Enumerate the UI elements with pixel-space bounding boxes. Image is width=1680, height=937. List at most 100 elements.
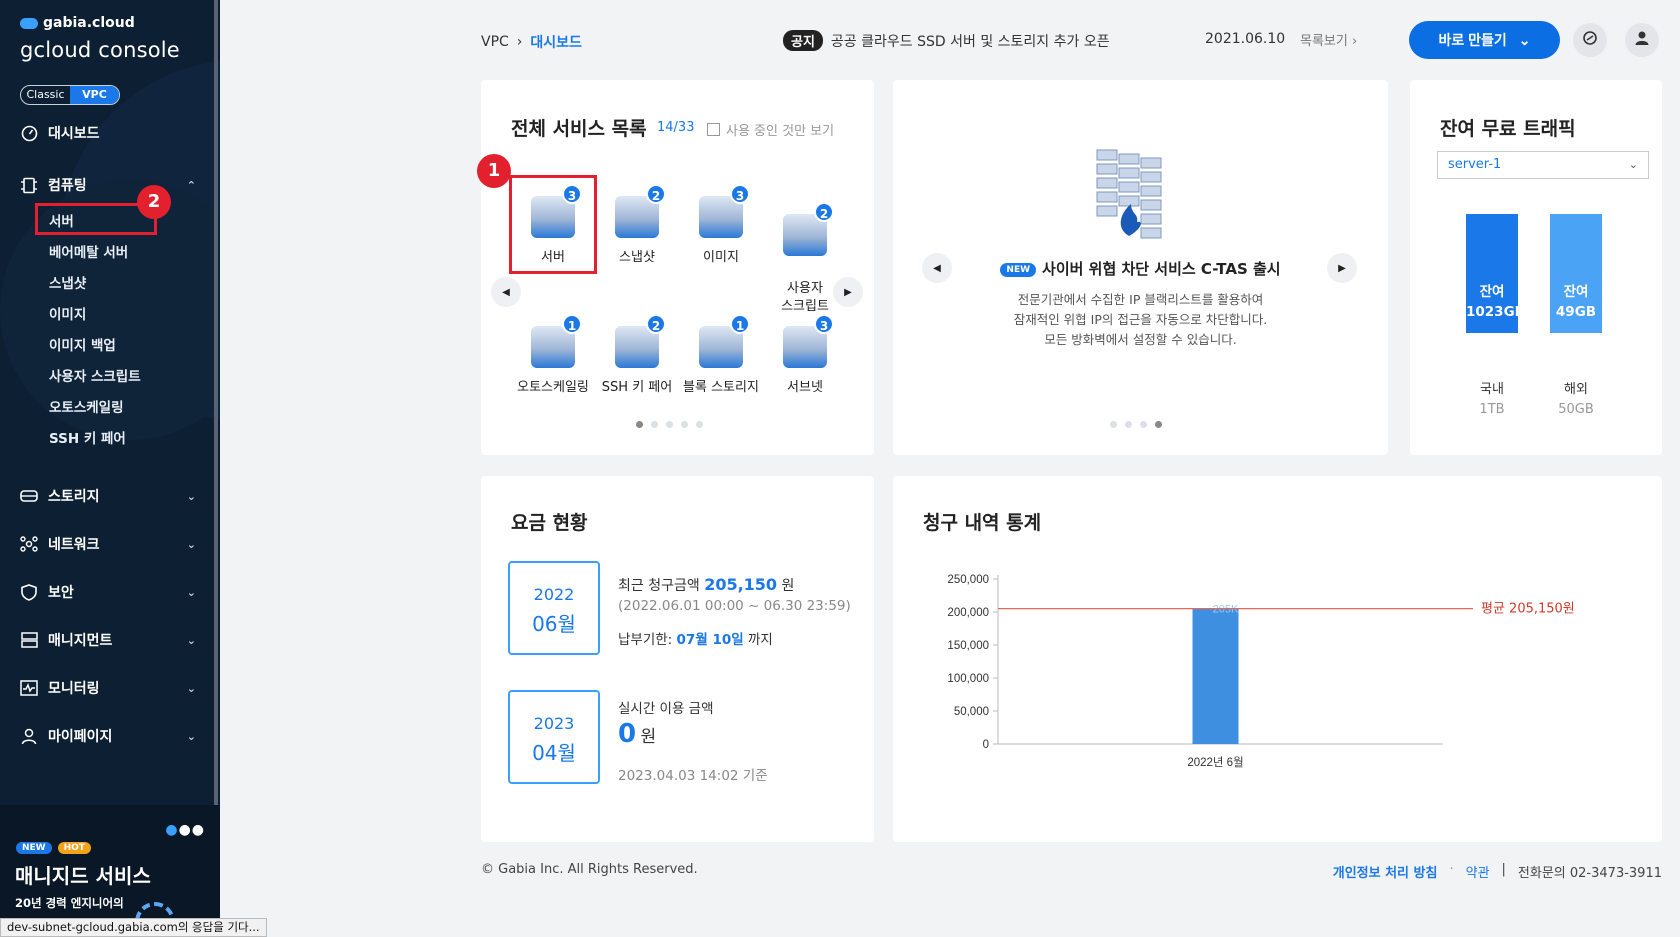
pager-dot[interactable] bbox=[1140, 421, 1147, 428]
overseas-label: 해외 bbox=[1564, 382, 1588, 397]
pager-dot[interactable] bbox=[651, 421, 658, 428]
footer-links: 개인정보 처리 방침 · 약관 | 전화문의 02-3473-3911 bbox=[1332, 862, 1662, 881]
realtime-amount-line: 0 원 bbox=[618, 719, 656, 749]
chevron-down-icon: ⌄ bbox=[186, 585, 196, 599]
domestic-total: 1TB bbox=[1479, 402, 1505, 417]
chat-button[interactable] bbox=[1573, 23, 1607, 57]
breadcrumb-separator-icon: › bbox=[516, 34, 523, 50]
services-card: 전체 서비스 목록 14/33 사용 중인 것만 보기 3 서버 2 스냅샷 3… bbox=[477, 80, 874, 455]
realtime-amount: 0 bbox=[618, 719, 637, 749]
overseas-remaining-label: 잔여 bbox=[1563, 284, 1589, 300]
server-select[interactable]: server-1 ⌄ bbox=[1437, 151, 1649, 179]
sidebar-item-image[interactable]: 이미지 bbox=[49, 303, 86, 323]
nav-computing[interactable]: 컴퓨팅 ⌃ bbox=[20, 175, 196, 195]
pager-dot[interactable] bbox=[666, 421, 673, 428]
key-icon: 2 bbox=[612, 314, 666, 370]
nav-dashboard[interactable]: 대시보드 bbox=[20, 123, 196, 143]
firewall-icon bbox=[1096, 149, 1162, 239]
pager-dot[interactable] bbox=[696, 421, 703, 428]
server-select-value: server-1 bbox=[1448, 157, 1502, 172]
recent-bill-line: 최근 청구금액 205,150 원 bbox=[618, 575, 794, 595]
cloud-icon bbox=[20, 17, 38, 29]
classic-vpc-toggle[interactable]: Classic VPC bbox=[20, 85, 120, 105]
banner-desc-line: 모든 방화벽에서 설정할 수 있습니다. bbox=[1044, 332, 1237, 347]
banner-desc-line: 전문기관에서 수집한 IP 블랙리스트를 활용하여 bbox=[1017, 292, 1264, 307]
pager-dot[interactable] bbox=[636, 421, 643, 428]
domestic-label: 국내 bbox=[1480, 382, 1504, 397]
in-use-filter[interactable]: 사용 중인 것만 보기 bbox=[707, 120, 834, 139]
nav-storage[interactable]: 스토리지 ⌄ bbox=[20, 486, 196, 506]
notice-list-link[interactable]: 목록보기 › bbox=[1300, 30, 1357, 49]
service-image[interactable]: 3 이미지 bbox=[678, 184, 764, 265]
sidebar-item-ssh-keypair[interactable]: SSH 키 페어 bbox=[49, 427, 126, 447]
script-icon: 2 bbox=[780, 202, 834, 258]
banner-pager[interactable] bbox=[1110, 421, 1162, 428]
notice-date: 2021.06.10 bbox=[1205, 31, 1286, 47]
services-prev-button[interactable]: ◀ bbox=[491, 277, 521, 307]
checkbox[interactable] bbox=[707, 123, 720, 136]
pager-dot[interactable] bbox=[681, 421, 688, 428]
service-autoscaling[interactable]: 1 오토스케일링 bbox=[510, 314, 596, 395]
y-tick-label: 50,000 bbox=[954, 706, 989, 718]
nav-security[interactable]: 보안 ⌄ bbox=[20, 582, 196, 602]
chevron-right-icon: › bbox=[1351, 34, 1358, 49]
realtime-timestamp: 2023.04.03 14:02 기준 bbox=[618, 768, 768, 784]
y-tick-label: 250,000 bbox=[947, 574, 989, 586]
pager-dot[interactable] bbox=[1125, 421, 1132, 428]
breadcrumb-root[interactable]: VPC bbox=[481, 34, 509, 50]
image-icon: 3 bbox=[696, 184, 750, 240]
realtime-label: 실시간 이용 금액 bbox=[618, 701, 714, 717]
sidebar-scrollbar[interactable] bbox=[214, 0, 218, 805]
service-snapshot[interactable]: 2 스냅샷 bbox=[594, 184, 680, 265]
quick-create-button[interactable]: 바로 만들기 ⌄ bbox=[1409, 21, 1560, 59]
profile-button[interactable] bbox=[1625, 23, 1659, 57]
chevron-down-icon: ⌄ bbox=[186, 729, 196, 743]
network-icon bbox=[20, 535, 38, 553]
snapshot-icon: 2 bbox=[612, 184, 666, 240]
nav-monitoring-label: 모니터링 bbox=[48, 681, 100, 697]
service-user-script[interactable]: 2 사용자 스크립트 bbox=[762, 188, 848, 334]
services-pager[interactable] bbox=[636, 421, 703, 428]
hot-tag: HOT bbox=[57, 842, 91, 854]
domestic-remaining-value: 1023GB bbox=[1466, 304, 1525, 320]
sidebar-item-autoscaling[interactable]: 오토스케일링 bbox=[49, 396, 124, 416]
service-subnet[interactable]: 3 서브넷 bbox=[762, 314, 848, 395]
terms-link[interactable]: 약관 bbox=[1466, 862, 1490, 881]
nav-monitoring[interactable]: 모니터링 ⌄ bbox=[20, 678, 196, 698]
pager-dot[interactable] bbox=[1155, 421, 1162, 428]
sidebar-item-baremetal[interactable]: 베어메탈 서버 bbox=[49, 241, 128, 261]
nav-network[interactable]: 네트워크 ⌄ bbox=[20, 534, 196, 554]
nav-security-label: 보안 bbox=[48, 585, 74, 601]
in-use-filter-label: 사용 중인 것만 보기 bbox=[726, 124, 835, 139]
services-next-button[interactable]: ▶ bbox=[833, 277, 863, 307]
recent-month-box[interactable]: 2022 06월 bbox=[508, 561, 600, 655]
brand-small-text: gabia.cloud bbox=[43, 15, 135, 31]
sidebar-item-user-script[interactable]: 사용자 스크립트 bbox=[49, 365, 141, 385]
nav-management[interactable]: 매니지먼트 ⌄ bbox=[20, 630, 196, 650]
notice-bar[interactable]: 공지 공공 클라우드 SSD 서버 및 스토리지 추가 오픈 bbox=[783, 30, 1110, 51]
sidebar-item-image-backup[interactable]: 이미지 백업 bbox=[49, 334, 116, 354]
contact-phone: 전화문의 02-3473-3911 bbox=[1517, 866, 1662, 881]
overseas-traffic-bar: 잔여 49GB bbox=[1550, 214, 1602, 333]
service-ssh-keypair[interactable]: 2 SSH 키 페어 bbox=[594, 314, 680, 395]
sidebar-item-snapshot[interactable]: 스냅샷 bbox=[49, 272, 86, 292]
toggle-classic[interactable]: Classic bbox=[21, 86, 70, 104]
chevron-down-icon: ⌄ bbox=[1628, 158, 1638, 171]
nav-mypage[interactable]: 마이페이지 ⌄ bbox=[20, 726, 196, 746]
pager-dot[interactable] bbox=[1110, 421, 1117, 428]
news-banner-card[interactable]: ◀ ▶ NEW 사이버 위협 차단 서비스 C-TAS 출시 전문기관에서 수집한… bbox=[893, 80, 1388, 455]
more-dots-icon[interactable]: ●●● bbox=[165, 822, 205, 838]
console-title[interactable]: gcloud console bbox=[20, 38, 180, 62]
service-label: SSH 키 페어 bbox=[601, 380, 673, 395]
autoscaling-icon: 1 bbox=[528, 314, 582, 370]
toggle-vpc[interactable]: VPC bbox=[70, 86, 119, 104]
services-count: 14/33 bbox=[657, 120, 695, 135]
new-tag: NEW bbox=[16, 842, 52, 854]
copyright: © Gabia Inc. All Rights Reserved. bbox=[481, 862, 698, 877]
notice-text[interactable]: 공공 클라우드 SSD 서버 및 스토리지 추가 오픈 bbox=[831, 31, 1110, 51]
realtime-month-box[interactable]: 2023 04월 bbox=[508, 690, 600, 784]
service-block-storage[interactable]: 1 블록 스토리지 bbox=[678, 314, 764, 395]
promo-title: 매니지드 서비스 bbox=[15, 864, 151, 888]
brand-logo[interactable]: gabia.cloud bbox=[20, 15, 135, 31]
privacy-policy-link[interactable]: 개인정보 처리 방침 bbox=[1333, 862, 1438, 881]
